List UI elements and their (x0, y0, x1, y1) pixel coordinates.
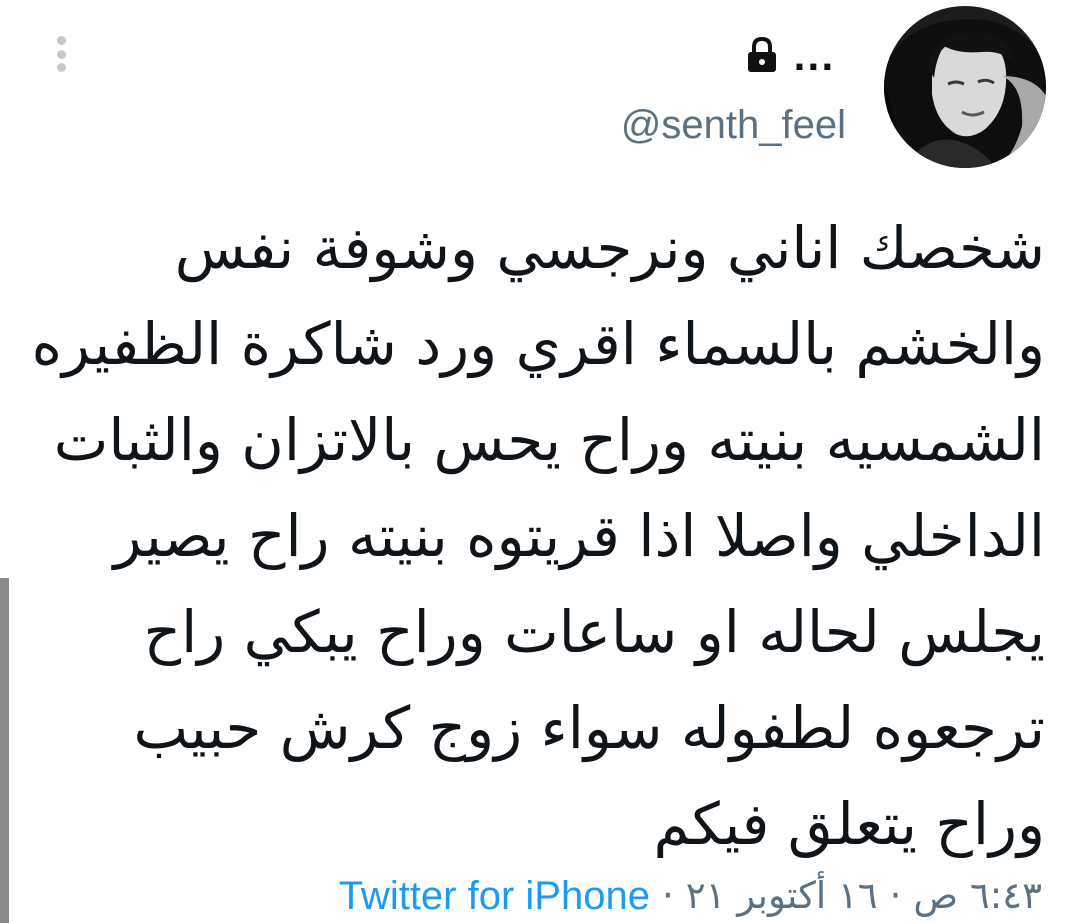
kebab-dot (56, 63, 66, 72)
tweet-metadata: ٦:٤٣ ص · ١٦ أكتوبر ٢١ · Twitter for iPho… (339, 870, 1042, 922)
more-horizontal-icon[interactable]: ... (793, 42, 835, 76)
user-handle[interactable]: @senth_feel (621, 100, 846, 150)
kebab-dot (56, 36, 66, 45)
kebab-dot (56, 49, 66, 59)
tweet-text-line: ترجعوه لطفوله سواء زوج كرش حبيب (133, 694, 1045, 762)
tweet-text-line: الداخلي واصلا اذا قريتوه بنيته راح يصير (113, 502, 1045, 570)
tweet-text-line: يجلس لحاله او ساعات وراح يبكي راح (143, 598, 1045, 666)
tweet-screenshot: ... @senth_feel شخصك اناني ونرجسي وشوفة … (0, 0, 1080, 923)
tweet-source-link[interactable]: Twitter for iPhone (339, 870, 650, 922)
more-vertical-icon[interactable] (54, 36, 68, 72)
avatar[interactable] (884, 6, 1046, 168)
tweet-date[interactable]: ١٦ أكتوبر ٢١ (686, 870, 878, 922)
scrollbar[interactable] (0, 578, 9, 923)
meta-separator: · (661, 874, 674, 917)
lock-icon (748, 36, 776, 72)
tweet-text-line: والخشم بالسماء اقري ورد شاكرة الظفيره (31, 310, 1045, 378)
tweet-text: شخصك اناني ونرجسي وشوفة نفس والخشم بالسم… (30, 200, 1045, 872)
tweet-text-line: الشمسيه بنيته وراح يحس بالاتزان والثبات (53, 406, 1045, 474)
tweet-text-line: شخصك اناني ونرجسي وشوفة نفس (174, 214, 1045, 282)
meta-separator: · (889, 874, 902, 917)
tweet-text-line: وراح يتعلق فيكم (653, 790, 1046, 858)
avatar-image (884, 6, 1046, 168)
tweet-time[interactable]: ٦:٤٣ ص (913, 870, 1042, 922)
